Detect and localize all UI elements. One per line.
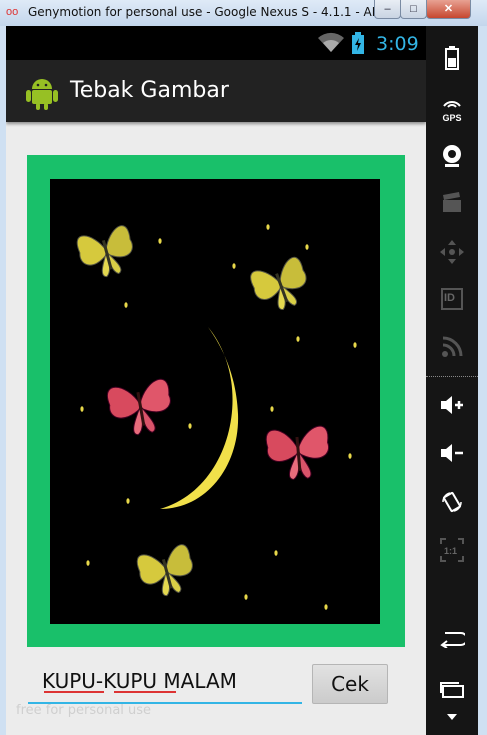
android-icon [26, 79, 58, 110]
window-border [478, 26, 487, 735]
rotate-button[interactable] [426, 482, 478, 522]
rotate-icon [442, 491, 462, 513]
genymotion-icon: oo [6, 6, 19, 18]
puzzle-image [50, 179, 380, 624]
battery-icon [352, 32, 364, 54]
scale-button[interactable]: 1:1 [426, 530, 478, 570]
clapperboard-icon [443, 192, 461, 212]
window-titlebar: oo Genymotion for personal use - Google … [0, 0, 487, 26]
rss-icon [442, 336, 463, 357]
gps-label: GPS [442, 113, 462, 123]
answer-input[interactable]: KUPU-KUPU MALAM [28, 668, 302, 704]
status-bar: 3:09 [6, 26, 426, 60]
back-button[interactable] [426, 622, 478, 662]
device-screen: 3:09 Tebak Gambar KUPU-KUPU MALAM Cek fr… [6, 26, 426, 735]
camera-widget-button[interactable] [426, 136, 478, 176]
battery-icon [445, 46, 459, 70]
maximize-button[interactable]: □ [400, 0, 427, 19]
id-label: ID [444, 292, 455, 304]
spellcheck-underline-1 [44, 689, 104, 693]
battery-widget-button[interactable] [426, 38, 478, 78]
gps-widget-button[interactable]: GPS [426, 88, 478, 128]
window-title: Genymotion for personal use - Google Nex… [28, 5, 417, 19]
chevron-down-icon [447, 714, 457, 720]
wifi-icon [318, 32, 344, 52]
butterfly-yellow-1 [74, 223, 140, 283]
picture-frame [27, 155, 405, 647]
spellcheck-underline-2 [114, 689, 176, 693]
scroll-down-button[interactable] [426, 708, 478, 728]
volume-down-icon [441, 444, 463, 462]
close-button[interactable]: ✕ [426, 0, 471, 19]
back-icon [440, 632, 468, 649]
butterfly-pink-2 [264, 424, 332, 483]
watermark-text: free for personal use [16, 703, 152, 718]
moon-shape [160, 327, 239, 509]
dpad-icon [440, 240, 464, 264]
screencast-widget-button[interactable] [426, 184, 478, 224]
sidebar-divider [426, 376, 478, 377]
scale-label: 1:1 [444, 546, 458, 556]
volume-up-icon [441, 396, 463, 414]
app-title: Tebak Gambar [70, 78, 229, 103]
genymotion-sidebar: GPS ID 1:1 [426, 26, 487, 735]
status-time: 3:09 [376, 33, 419, 55]
volume-up-button[interactable] [426, 386, 478, 426]
dpad-widget-button[interactable] [426, 232, 478, 272]
cek-button[interactable]: Cek [312, 664, 388, 704]
butterfly-pink-1 [105, 377, 177, 440]
action-bar: Tebak Gambar [6, 60, 426, 122]
butterfly-yellow-2 [247, 254, 315, 318]
volume-down-button[interactable] [426, 434, 478, 474]
minimize-button[interactable]: – [374, 0, 401, 19]
recent-apps-button[interactable] [426, 672, 478, 712]
id-widget-button[interactable]: ID [426, 280, 478, 320]
gps-icon [443, 101, 461, 108]
butterfly-yellow-3 [134, 542, 200, 602]
rss-widget-button[interactable] [426, 328, 478, 368]
webcam-icon [443, 145, 461, 167]
recent-apps-icon [440, 682, 464, 698]
